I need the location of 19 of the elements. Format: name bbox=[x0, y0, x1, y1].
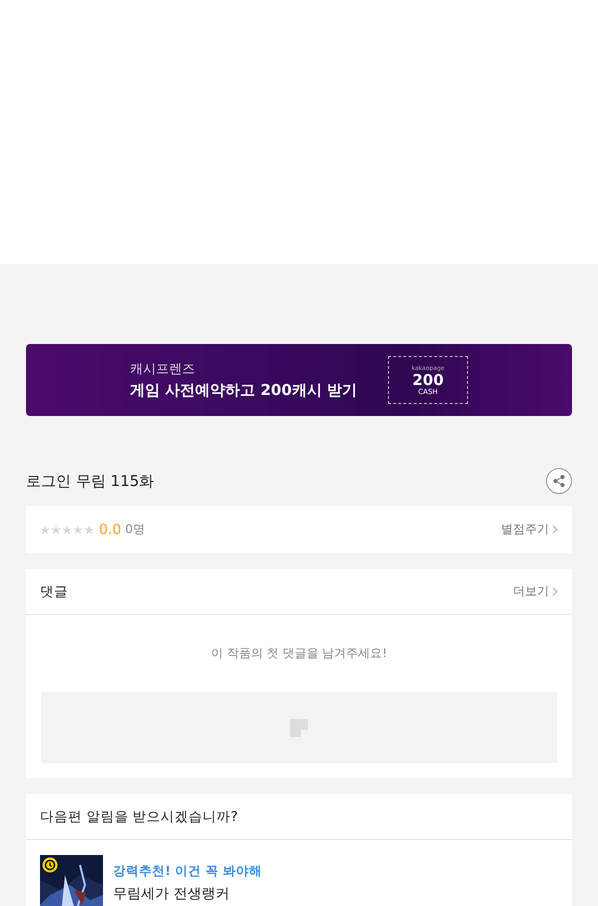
share-icon bbox=[552, 474, 566, 488]
chevron-icon bbox=[552, 525, 558, 534]
star-rating[interactable] bbox=[40, 524, 94, 534]
rating-count: 0명 bbox=[125, 521, 145, 538]
coupon-amount: 200 bbox=[412, 372, 444, 388]
more-link[interactable]: 더보기 bbox=[513, 583, 558, 600]
alert-question: 다음편 알림을 받으시겠습니까? bbox=[40, 808, 238, 826]
comments-title: 댓글 bbox=[40, 582, 68, 600]
empty-comments-message: 이 작품의 첫 댓글을 남겨주세요! bbox=[210, 645, 388, 662]
rate-link[interactable]: 별점주기 bbox=[501, 521, 558, 538]
series-title[interactable]: 무림세가 전생랭커 bbox=[113, 885, 262, 903]
comment-input-field[interactable] bbox=[41, 692, 557, 763]
banner-subtitle: 캐시프렌즈 bbox=[130, 361, 195, 378]
episode-title: 로그인 무림 115화 bbox=[26, 472, 154, 490]
rating-score: 0.0 bbox=[99, 522, 122, 538]
banner-title: 게임 사전예약하고 200캐시 받기 bbox=[130, 380, 357, 400]
recommendation-tagline: 강력추천! 이건 꼭 봐야해 bbox=[113, 863, 262, 880]
chevron-icon bbox=[552, 587, 558, 596]
share-button[interactable] bbox=[546, 468, 572, 494]
